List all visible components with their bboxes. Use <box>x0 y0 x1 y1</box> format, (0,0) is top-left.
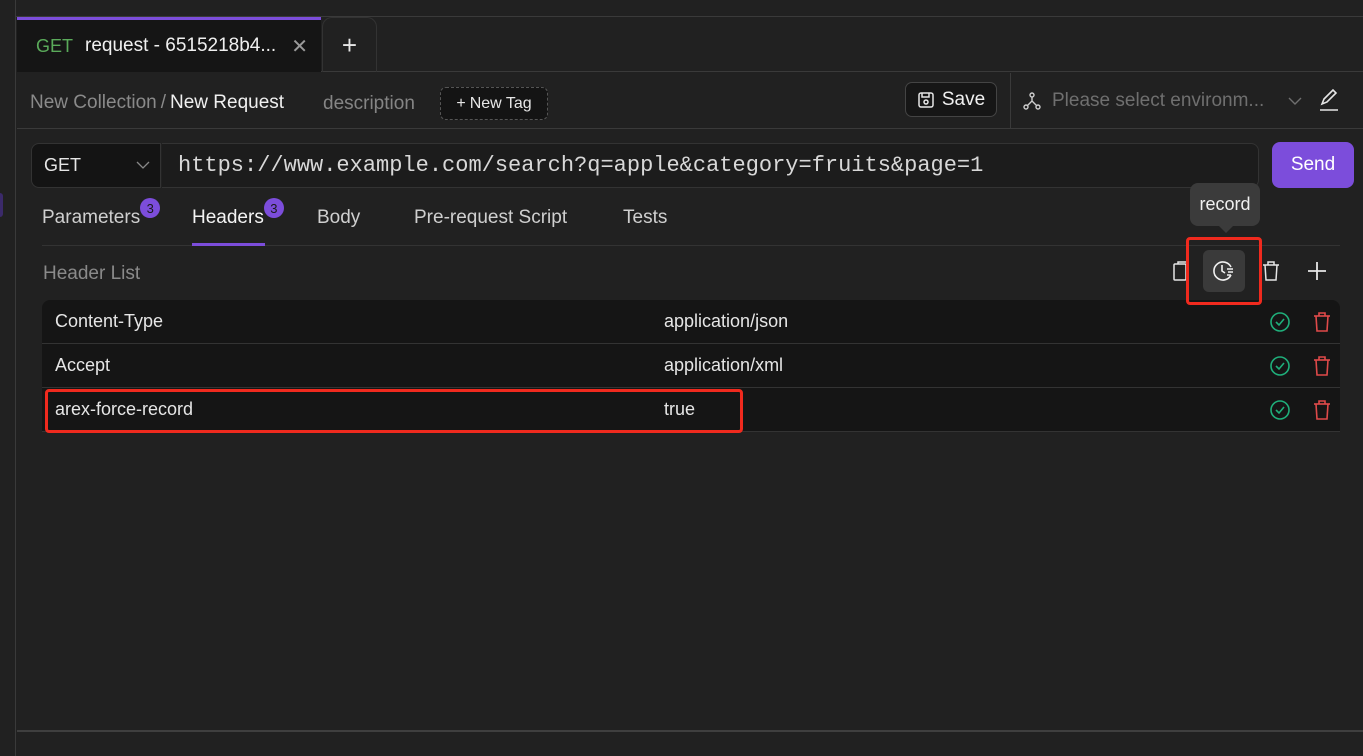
add-header-button[interactable] <box>1296 250 1338 292</box>
table-row: Content-Type application/json <box>42 300 1340 344</box>
close-icon[interactable]: ✕ <box>291 34 308 59</box>
chevron-down-icon <box>136 161 150 169</box>
copy-button[interactable] <box>1160 250 1202 292</box>
header-key[interactable]: arex-force-record <box>55 399 193 420</box>
send-button[interactable]: Send <box>1272 142 1354 188</box>
check-circle-icon[interactable] <box>1269 355 1291 377</box>
divider <box>1010 73 1011 129</box>
table-row: arex-force-record true <box>42 388 1340 432</box>
table-row: Accept application/xml <box>42 344 1340 388</box>
tab-label: Tests <box>623 207 668 228</box>
save-button[interactable]: Save <box>905 82 997 117</box>
header-value[interactable]: application/json <box>664 311 788 332</box>
delete-all-button[interactable] <box>1250 250 1292 292</box>
sidebar-active-marker <box>0 193 3 217</box>
tab-parameters[interactable]: Parameters 3 <box>42 198 161 229</box>
tab-pre-request-script[interactable]: Pre-request Script <box>414 207 567 229</box>
tab-label: Parameters <box>42 207 141 228</box>
header-key[interactable]: Content-Type <box>55 311 163 332</box>
bottom-panel-divider[interactable] <box>17 730 1363 732</box>
trash-icon[interactable] <box>1311 399 1333 421</box>
environment-placeholder: Please select environm... <box>1052 90 1265 111</box>
new-tag-label: New Tag <box>469 94 532 112</box>
active-tab-indicator <box>192 243 265 246</box>
trash-icon[interactable] <box>1311 355 1333 377</box>
tab-method: GET <box>36 35 74 56</box>
method-select[interactable]: GET <box>31 143 161 188</box>
header-value[interactable]: true <box>664 399 695 420</box>
tab-tests[interactable]: Tests <box>623 207 667 229</box>
tab-body[interactable]: Body <box>317 207 360 229</box>
header-list-toolbar <box>1160 250 1340 292</box>
request-tab[interactable]: GET request - 6515218b4... ✕ <box>17 17 321 72</box>
breadcrumb-collection[interactable]: New Collection <box>30 92 157 113</box>
chevron-down-icon <box>1288 97 1302 105</box>
window-top-strip <box>0 0 1363 17</box>
save-label: Save <box>941 88 986 110</box>
request-tabs: Parameters 3 Headers 3 Body Pre-request … <box>42 197 1340 246</box>
trash-icon[interactable] <box>1311 311 1333 333</box>
environment-select[interactable]: Please select environm... <box>1022 87 1302 115</box>
breadcrumb-request[interactable]: New Request <box>170 92 284 113</box>
request-tab-bar: GET request - 6515218b4... ✕ + <box>17 17 1363 72</box>
pencil-icon <box>1320 88 1338 111</box>
trash-icon <box>1263 261 1279 281</box>
left-sidebar-rail <box>0 0 16 756</box>
request-info-bar: New Collection / New Request description +… <box>17 73 1363 129</box>
new-tag-button[interactable]: + New Tag <box>440 87 548 120</box>
tab-headers[interactable]: Headers 3 <box>192 198 284 229</box>
breadcrumb-separator: / <box>160 92 167 113</box>
plus-icon <box>1308 262 1326 280</box>
environment-icon <box>1023 92 1041 110</box>
header-table: Content-Type application/json Accept app… <box>42 300 1340 432</box>
tab-title: request - 6515218b4... <box>85 35 277 56</box>
check-circle-icon[interactable] <box>1269 399 1291 421</box>
url-value: https://www.example.com/search?q=apple&c… <box>178 153 984 178</box>
copy-icon <box>1173 261 1189 281</box>
header-list-title: Header List <box>43 263 141 284</box>
header-key[interactable]: Accept <box>55 355 110 376</box>
record-button[interactable] <box>1203 250 1245 292</box>
check-circle-icon[interactable] <box>1269 311 1291 333</box>
tab-label: Body <box>317 207 361 228</box>
count-badge: 3 <box>263 198 284 218</box>
plus-icon: + <box>456 94 466 112</box>
edit-environment-button[interactable] <box>1317 87 1343 115</box>
save-icon <box>918 91 934 108</box>
record-icon <box>1213 261 1233 281</box>
tab-label: Pre-request Script <box>414 207 568 228</box>
plus-icon: + <box>341 29 358 60</box>
add-tab-button[interactable]: + <box>322 17 377 72</box>
header-value[interactable]: application/xml <box>664 355 783 376</box>
tab-label: Headers <box>192 207 264 228</box>
url-input[interactable]: https://www.example.com/search?q=apple&c… <box>162 143 1259 188</box>
method-value: GET <box>44 155 82 175</box>
breadcrumb: New Collection / New Request <box>30 92 284 114</box>
description-field[interactable]: description <box>323 93 415 115</box>
count-badge: 3 <box>140 198 161 218</box>
record-tooltip: record <box>1190 183 1260 233</box>
